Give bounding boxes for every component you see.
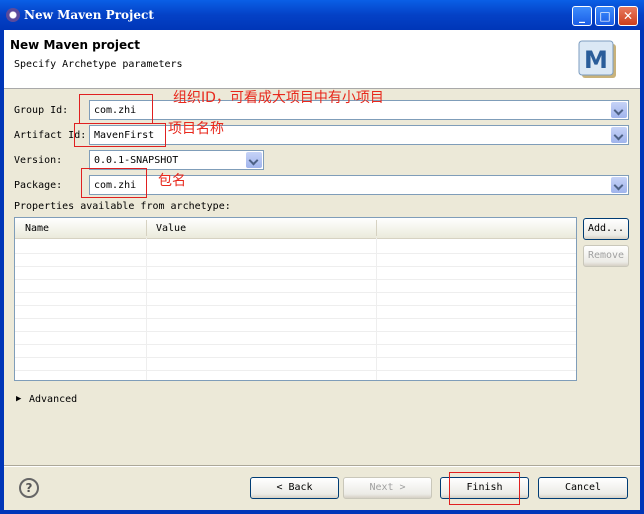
- window-frame-left: [0, 30, 4, 514]
- table-grid-line: [146, 238, 147, 380]
- table-row: [15, 318, 576, 319]
- chevron-down-icon[interactable]: [246, 152, 262, 168]
- properties-label: Properties available from archetype:: [14, 201, 231, 212]
- table-row: [15, 344, 576, 345]
- window-frame-bottom: [0, 510, 644, 514]
- add-button[interactable]: Add...: [583, 218, 629, 240]
- table-row: [15, 253, 576, 254]
- title-bar[interactable]: New Maven Project _ □ ✕: [0, 0, 644, 30]
- package-label: Package:: [14, 180, 63, 191]
- properties-table[interactable]: Name Value: [14, 217, 577, 381]
- table-row: [15, 331, 576, 332]
- expand-arrow-icon[interactable]: ▶: [16, 394, 21, 404]
- table-row: [15, 370, 576, 371]
- version-label: Version:: [14, 155, 63, 166]
- chevron-down-icon[interactable]: [611, 127, 627, 143]
- highlight-box-finish: [449, 472, 520, 505]
- close-button[interactable]: ✕: [618, 6, 638, 26]
- maven-logo-icon: M: [578, 40, 616, 78]
- wizard-header: New Maven project Specify Archetype para…: [4, 30, 640, 89]
- annotation-package: 包名: [158, 173, 186, 189]
- table-row: [15, 357, 576, 358]
- back-button[interactable]: < Back: [250, 477, 339, 499]
- annotation-group-id: 组织ID，可看成大项目中有小项目: [173, 90, 384, 106]
- help-icon[interactable]: ?: [19, 478, 39, 498]
- window-title: New Maven Project: [24, 8, 154, 22]
- highlight-box-group-id: [79, 94, 153, 124]
- maven-logo-letter: M: [584, 46, 608, 74]
- table-grid-line: [376, 238, 377, 380]
- chevron-down-icon[interactable]: [611, 177, 627, 193]
- annotation-artifact-id: 项目名称: [168, 121, 224, 137]
- table-row: [15, 292, 576, 293]
- maximize-button[interactable]: □: [595, 6, 615, 26]
- cancel-button[interactable]: Cancel: [538, 477, 628, 499]
- window-frame-right: [640, 30, 644, 514]
- advanced-toggle[interactable]: Advanced: [29, 394, 77, 405]
- column-divider[interactable]: [376, 220, 377, 236]
- next-button[interactable]: Next >: [343, 477, 432, 499]
- table-row: [15, 266, 576, 267]
- eclipse-icon: [6, 8, 20, 22]
- highlight-box-artifact-id: [74, 123, 166, 147]
- group-id-label: Group Id:: [14, 105, 69, 116]
- chevron-down-icon[interactable]: [611, 102, 627, 118]
- highlight-box-package: [81, 168, 147, 198]
- version-combo[interactable]: 0.0.1-SNAPSHOT: [89, 150, 264, 170]
- column-header-value[interactable]: Value: [156, 223, 186, 234]
- remove-button[interactable]: Remove: [583, 245, 629, 267]
- version-value: 0.0.1-SNAPSHOT: [94, 155, 179, 166]
- column-divider[interactable]: [146, 220, 147, 236]
- table-header: Name Value: [15, 218, 576, 239]
- table-row: [15, 305, 576, 306]
- footer-divider: [4, 465, 640, 467]
- table-row: [15, 279, 576, 280]
- page-subtitle: Specify Archetype parameters: [14, 59, 183, 70]
- column-header-name[interactable]: Name: [25, 223, 49, 234]
- minimize-button[interactable]: _: [572, 6, 592, 26]
- page-title: New Maven project: [10, 38, 141, 52]
